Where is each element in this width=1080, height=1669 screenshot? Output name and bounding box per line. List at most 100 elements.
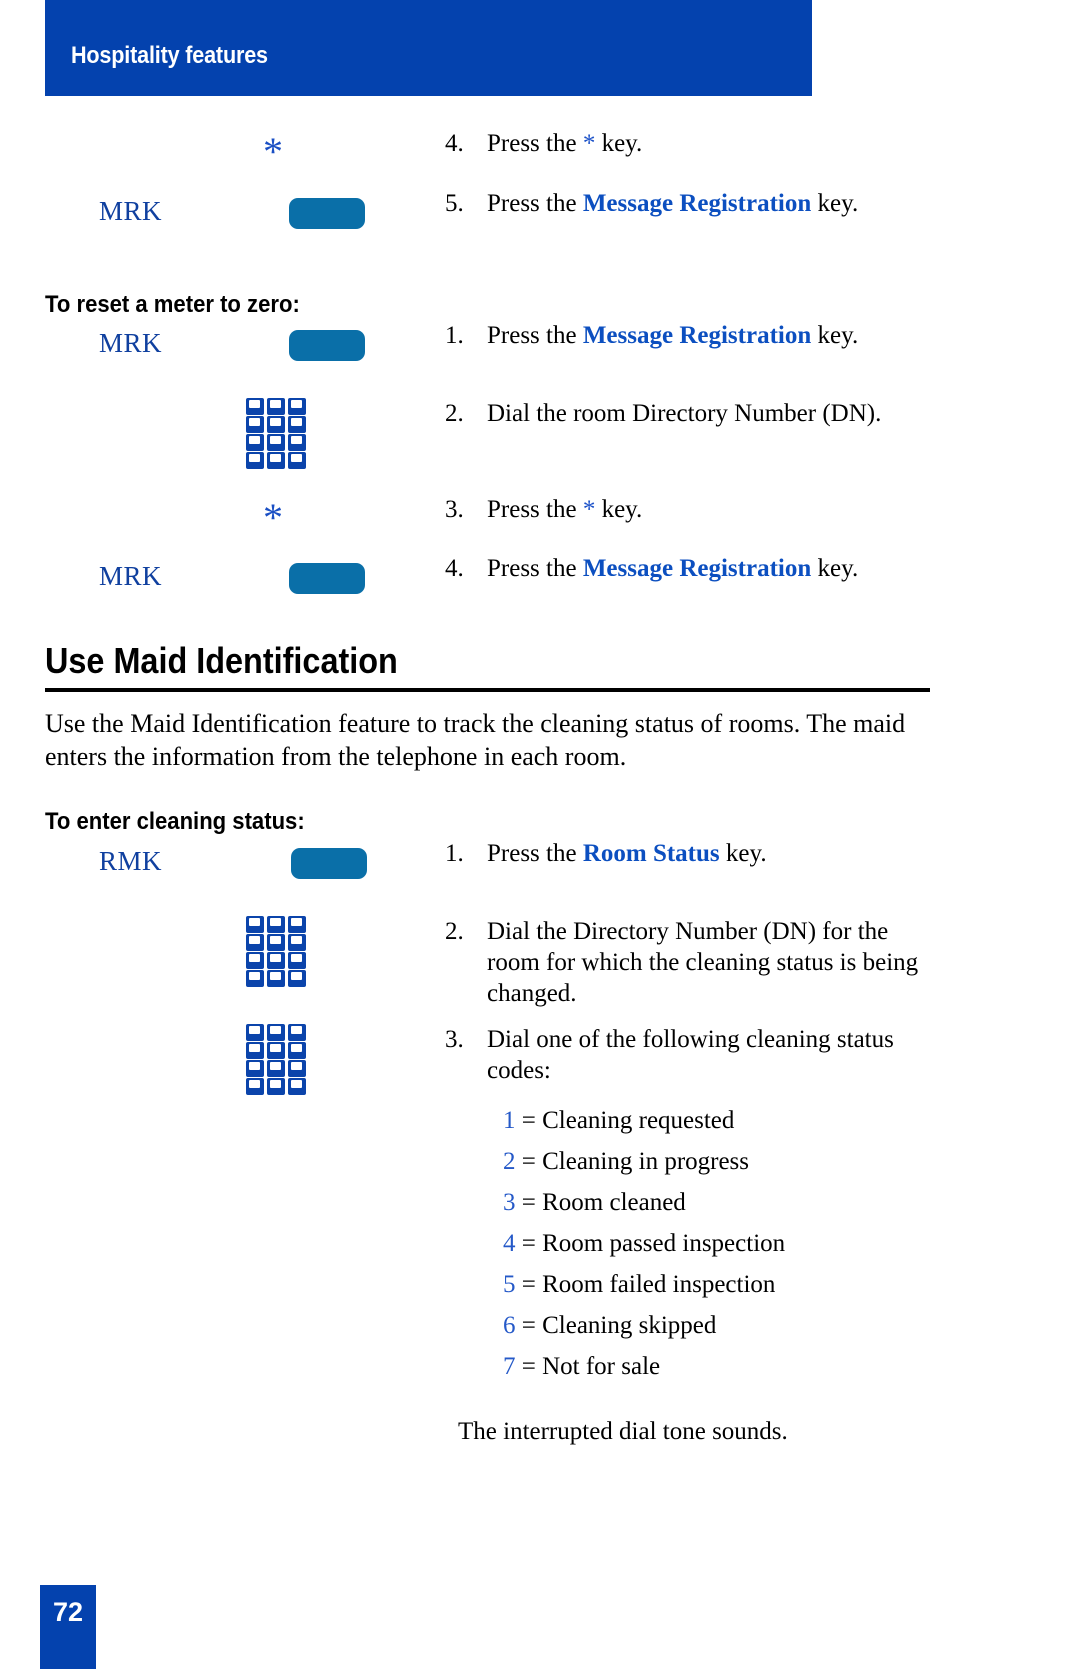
keypad-key <box>246 398 264 415</box>
soft-key-button[interactable] <box>289 198 365 229</box>
status-code-separator: = <box>515 1353 543 1380</box>
step-instruction: Press the Room Status key. <box>487 838 945 869</box>
step-text-cell: 4. Press the Message Registration key. <box>445 553 945 584</box>
keypad-key <box>267 970 285 987</box>
keypad-key <box>288 416 306 433</box>
step-text-pre: Press the <box>487 130 583 157</box>
step-text-post: key. <box>595 496 643 523</box>
step-instruction: Dial the Directory Number (DN) for the r… <box>487 918 919 1007</box>
icon-cell: MRK <box>45 553 445 594</box>
dial-keypad-icon <box>246 398 306 469</box>
feature-key-name: Room Status <box>582 840 720 867</box>
step-text-pre: Press the <box>487 496 583 523</box>
soft-key-button[interactable] <box>289 563 365 594</box>
list-item: 6 = Cleaning skipped <box>503 1305 933 1346</box>
procedure-row: 2. Dial the Directory Number (DN) for th… <box>45 916 945 1009</box>
feature-key-name: Message Registration <box>582 322 812 349</box>
keypad-key <box>246 952 264 969</box>
subheading-reset-meter: To reset a meter to zero: <box>45 291 300 318</box>
dial-keypad-icon <box>246 916 306 987</box>
keypad-key <box>246 1060 264 1077</box>
step-text-cell: 1. Press the Message Registration key. <box>445 320 945 351</box>
keypad-key <box>246 970 264 987</box>
status-code-separator: = <box>515 1271 543 1298</box>
status-code-number: 4 <box>503 1230 516 1257</box>
keypad-key <box>267 934 285 951</box>
keypad-key <box>288 434 306 451</box>
icon-cell: * <box>45 494 445 538</box>
section-rule <box>45 688 930 692</box>
step-number: 3. <box>445 496 464 523</box>
step-instruction: Press the * key. <box>487 128 945 159</box>
list-item: 3 = Room cleaned <box>503 1182 933 1223</box>
procedure-row: MRK 5. Press the Message Registration ke… <box>45 188 945 229</box>
icon-cell: MRK <box>45 320 445 361</box>
procedure-row: 3. Dial one of the following cleaning st… <box>45 1024 945 1095</box>
keypad-key <box>288 452 306 469</box>
list-item: 7 = Not for sale <box>503 1346 933 1387</box>
step-number: 3. <box>445 1026 464 1053</box>
step-instruction: Press the Message Registration key. <box>487 188 945 219</box>
feature-key-name: Message Registration <box>582 555 812 582</box>
status-code-separator: = <box>515 1230 543 1257</box>
keypad-key <box>267 1042 285 1059</box>
keypad-key <box>288 970 306 987</box>
page-number: 72 <box>52 1597 84 1627</box>
step-text-post: key. <box>811 322 859 349</box>
page-number-tab: 72 <box>40 1585 96 1669</box>
step-number: 4. <box>445 555 464 582</box>
status-code-separator: = <box>515 1189 543 1216</box>
keypad-key <box>267 952 285 969</box>
icon-cell: * <box>45 128 445 172</box>
soft-key-label-mrk: MRK <box>99 196 163 226</box>
keypad-key <box>267 416 285 433</box>
keypad-key <box>267 1024 285 1041</box>
procedure-row: * 3. Press the * key. <box>45 494 945 538</box>
step-text-cell: 3. Dial one of the following cleaning st… <box>445 1024 945 1086</box>
keypad-key <box>267 1078 285 1095</box>
status-code-separator: = <box>515 1148 543 1175</box>
keypad-key <box>267 1060 285 1077</box>
keypad-key <box>267 398 285 415</box>
icon-cell <box>45 1024 445 1095</box>
cleaning-status-code-list: 1 = Cleaning requested 2 = Cleaning in p… <box>503 1100 933 1387</box>
status-code-label: Cleaning in progress <box>542 1148 750 1175</box>
status-code-label: Not for sale <box>542 1353 661 1380</box>
soft-key-label-rmk: RMK <box>99 846 163 876</box>
section-title: Use Maid Identification <box>45 640 398 681</box>
step-number: 2. <box>445 918 464 945</box>
list-item: 1 = Cleaning requested <box>503 1100 933 1141</box>
step-instruction: Press the * key. <box>487 494 945 525</box>
step-text-post: key. <box>811 190 859 217</box>
step-text-pre: Press the <box>487 840 583 867</box>
step-text-cell: 2. Dial the Directory Number (DN) for th… <box>445 916 945 1009</box>
subheading-enter-cleaning-status: To enter cleaning status: <box>45 808 305 835</box>
keypad-key <box>246 434 264 451</box>
procedure-row: RMK 1. Press the Room Status key. <box>45 838 945 879</box>
status-code-label: Room failed inspection <box>542 1271 776 1298</box>
keypad-key <box>267 452 285 469</box>
step-text-pre: Press the <box>487 190 583 217</box>
step-text-post: key. <box>595 130 643 157</box>
star-glyph: * <box>582 130 596 157</box>
section-intro-paragraph: Use the Maid Identification feature to t… <box>45 709 906 771</box>
status-code-label: Room passed inspection <box>542 1230 786 1257</box>
star-key-icon: * <box>263 129 283 174</box>
keypad-key <box>288 1060 306 1077</box>
dial-keypad-icon <box>246 1024 306 1095</box>
keypad-key <box>246 452 264 469</box>
status-code-label: Cleaning skipped <box>542 1312 717 1339</box>
step-text-post: key. <box>719 840 767 867</box>
step-text-cell: 1. Press the Room Status key. <box>445 838 945 869</box>
soft-key-button[interactable] <box>289 330 365 361</box>
list-item: 2 = Cleaning in progress <box>503 1141 933 1182</box>
icon-cell <box>45 916 445 987</box>
keypad-key <box>267 434 285 451</box>
status-code-number: 5 <box>503 1271 516 1298</box>
icon-cell: MRK <box>45 188 445 229</box>
keypad-key <box>288 1078 306 1095</box>
keypad-key <box>267 916 285 933</box>
soft-key-label-mrk: MRK <box>99 328 163 358</box>
keypad-key <box>288 952 306 969</box>
soft-key-button[interactable] <box>291 848 367 879</box>
